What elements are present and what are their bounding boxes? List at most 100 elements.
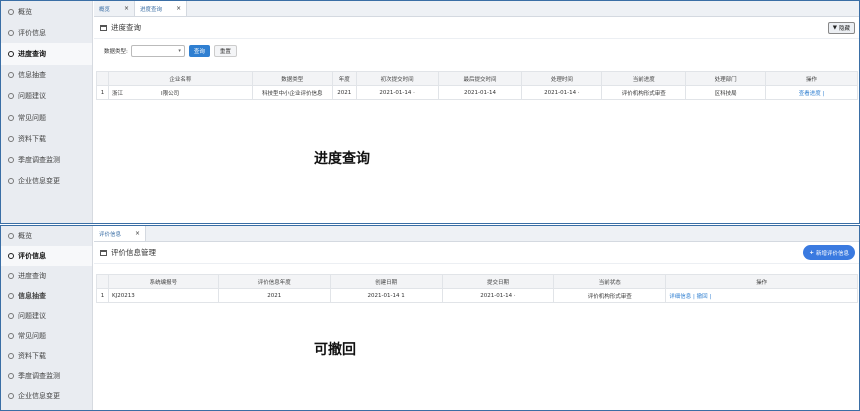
tab-progress-query[interactable]: 进度查询 ×	[135, 1, 188, 16]
radio-icon	[8, 293, 14, 299]
row-index: 1	[96, 85, 109, 100]
withdraw-link[interactable]: 撤回	[697, 294, 708, 300]
sidebar-item-evaluation[interactable]: 评价信息	[1, 22, 92, 43]
sidebar-item-quarterly-survey[interactable]: 季度调查监测	[1, 366, 92, 386]
radio-icon	[8, 353, 14, 359]
table-row[interactable]: 1 浙江 I限公司 科技型中小企业评价信息 2021 2021-01-14 · 2…	[96, 85, 858, 100]
radio-icon	[8, 72, 14, 79]
separator: |	[693, 293, 695, 300]
sidebar-item-downloads[interactable]: 资料下载	[1, 128, 92, 149]
radio-icon	[8, 135, 14, 142]
current-status: 评价机构形式审查	[553, 288, 667, 303]
sidebar-item-quarterly-survey[interactable]: 季度调查监测	[1, 149, 92, 170]
sidebar-item-faq[interactable]: 常见问题	[1, 107, 92, 128]
last-submit-time: 2021-01-14	[437, 85, 523, 100]
plus-icon: +	[809, 249, 814, 256]
column-header: 处理时间	[521, 71, 603, 86]
sidebar: 概览 评价信息 进度查询 信息抽查 问题建议 常见问题 资料下载 季度调查监测 …	[1, 1, 93, 223]
hide-button[interactable]: ▼ 隐藏	[827, 22, 855, 34]
sidebar-item-suggestions[interactable]: 问题建议	[1, 86, 92, 107]
window-icon	[100, 249, 107, 256]
page-title: 进度查询	[111, 23, 141, 32]
radio-icon	[8, 93, 14, 100]
query-button[interactable]: 查询	[188, 45, 210, 57]
column-header: 处理部门	[685, 71, 767, 86]
radio-icon	[8, 8, 14, 15]
annotation-caption: 进度查询	[314, 151, 370, 167]
row-index: 1	[96, 288, 109, 303]
main-content: 评价信息 × 评价信息管理 + 新增评价信息 系统编报号 评价信息年度 创建日期 …	[94, 226, 859, 410]
radio-icon	[8, 333, 14, 339]
chevron-down-icon: ▾	[178, 48, 181, 54]
column-header: 提交日期	[441, 274, 555, 289]
system-code: KJ20213	[107, 288, 219, 303]
filter-bar: 数据类型: ▾ 查询 重置	[94, 39, 859, 63]
radio-icon	[8, 178, 14, 185]
data-type-label: 数据类型:	[104, 49, 128, 55]
sidebar-item-spot-check[interactable]: 信息抽查	[1, 65, 92, 86]
evaluation-management-screen: 概览 评价信息 进度查询 信息抽查 问题建议 常见问题 资料下载 季度调查监测 …	[0, 225, 860, 411]
column-header: 操作	[765, 71, 858, 86]
radio-icon	[8, 156, 14, 163]
sidebar-item-overview[interactable]: 概览	[1, 226, 92, 246]
column-header: 最后提交时间	[437, 71, 523, 86]
sidebar-item-company-change[interactable]: 企业信息变更	[1, 171, 92, 192]
sidebar-item-downloads[interactable]: 资料下载	[1, 346, 92, 366]
add-evaluation-button[interactable]: + 新增评价信息	[803, 245, 855, 260]
radio-icon	[8, 393, 14, 399]
evaluation-year: 2021	[217, 288, 331, 303]
column-header: 创建日期	[329, 274, 443, 289]
radio-icon	[8, 50, 14, 57]
process-time: 2021-01-14 ·	[521, 85, 603, 100]
sidebar-item-company-change[interactable]: 企业信息变更	[1, 386, 92, 406]
submitted-date: 2021-01-14 ·	[441, 288, 555, 303]
column-header: 当前状态	[553, 274, 667, 289]
column-header: 系统编报号	[107, 274, 219, 289]
close-icon[interactable]: ×	[176, 5, 181, 12]
sidebar-item-progress[interactable]: 进度查询	[1, 266, 92, 286]
sidebar-item-evaluation[interactable]: 评价信息	[1, 246, 92, 266]
actions-cell: 详细信息 | 撤回 |	[665, 288, 858, 303]
radio-icon	[8, 233, 14, 239]
annotation-caption: 可撤回	[314, 342, 356, 358]
sidebar-item-spot-check[interactable]: 信息抽查	[1, 286, 92, 306]
tab-evaluation-info[interactable]: 评价信息 ×	[94, 226, 147, 241]
page-header: 进度查询 ▼ 隐藏	[94, 17, 859, 39]
column-header: 数据类型	[251, 71, 333, 86]
column-header: 年度	[331, 71, 357, 86]
view-progress-link[interactable]: 查看进度 |	[765, 85, 858, 100]
table-header-row: 系统编报号 评价信息年度 创建日期 提交日期 当前状态 操作	[96, 274, 858, 289]
progress-query-screen: 概览 评价信息 进度查询 信息抽查 问题建议 常见问题 资料下载 季度调查监测 …	[0, 0, 860, 224]
table-header-row: 企业名称 数据类型 年度 初次提交时间 最后提交时间 处理时间 当前进度 处理部…	[96, 71, 858, 86]
close-icon[interactable]: ×	[124, 5, 129, 12]
window-icon	[100, 24, 107, 31]
radio-icon	[8, 273, 14, 279]
details-link[interactable]: 详细信息	[669, 294, 691, 300]
tab-overview[interactable]: 概览 ×	[94, 1, 136, 16]
data-type-select[interactable]: ▾	[130, 45, 185, 57]
sidebar-item-faq[interactable]: 常见问题	[1, 326, 92, 346]
radio-icon	[8, 114, 14, 121]
sidebar-item-overview[interactable]: 概览	[1, 1, 92, 22]
reset-button[interactable]: 重置	[213, 45, 237, 57]
radio-icon	[8, 253, 14, 259]
filter-icon: ▼	[832, 25, 837, 31]
progress-table: 企业名称 数据类型 年度 初次提交时间 最后提交时间 处理时间 当前进度 处理部…	[96, 71, 858, 100]
data-type: 科技型中小企业评价信息	[251, 85, 333, 100]
tab-bar: 概览 × 进度查询 ×	[94, 1, 859, 17]
current-progress: 评价机构形式审查	[601, 85, 687, 100]
first-submit-time: 2021-01-14 ·	[355, 85, 439, 100]
column-header: 初次提交时间	[355, 71, 439, 86]
close-icon[interactable]: ×	[135, 230, 140, 237]
sidebar: 概览 评价信息 进度查询 信息抽查 问题建议 常见问题 资料下载 季度调查监测 …	[1, 226, 93, 410]
column-header: 评价信息年度	[217, 274, 331, 289]
table-row[interactable]: 1 KJ20213 2021 2021-01-14 1 2021-01-14 ·…	[96, 288, 858, 303]
column-header	[96, 274, 109, 289]
sidebar-item-progress[interactable]: 进度查询	[1, 43, 92, 65]
department: 区科技局	[685, 85, 767, 100]
main-content: 概览 × 进度查询 × 进度查询 ▼ 隐藏 数据类型: ▾ 查询 重置 企业名称 数…	[94, 1, 859, 223]
created-date: 2021-01-14 1	[329, 288, 443, 303]
tab-bar: 评价信息 ×	[94, 226, 859, 242]
sidebar-item-suggestions[interactable]: 问题建议	[1, 306, 92, 326]
company-name: 浙江 I限公司	[107, 85, 253, 100]
